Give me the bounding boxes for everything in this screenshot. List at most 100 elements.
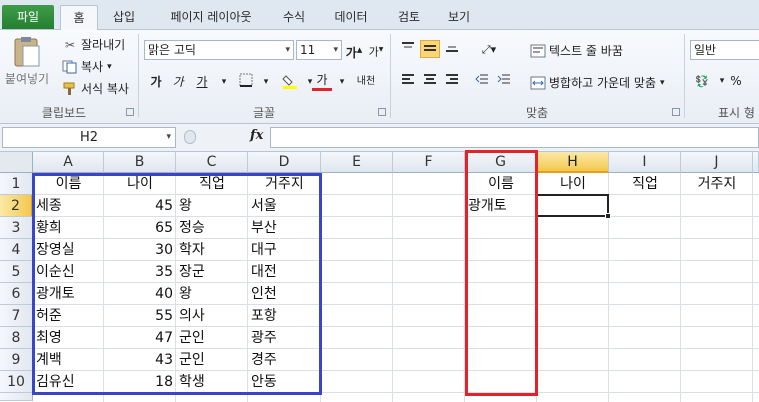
- select-all-corner[interactable]: [0, 152, 33, 173]
- decrease-indent-button[interactable]: [472, 72, 492, 90]
- cell-j1[interactable]: 거주지: [681, 173, 753, 195]
- column-header-h[interactable]: H: [537, 152, 609, 173]
- cell-a10[interactable]: 김유신: [33, 371, 104, 393]
- cell-d6[interactable]: 인천: [248, 283, 321, 305]
- cell-g2[interactable]: 광개토: [465, 195, 537, 217]
- cell-a9[interactable]: 계백: [33, 349, 104, 371]
- orientation-button[interactable]: ⤢▾: [476, 40, 502, 58]
- cell-a6[interactable]: 광개토: [33, 283, 104, 305]
- row-header-7[interactable]: 7: [0, 305, 33, 327]
- tab-insert[interactable]: 삽입: [104, 5, 144, 30]
- row-header-4[interactable]: 4: [0, 239, 33, 261]
- wrap-text-button[interactable]: 텍스트 줄 바꿈: [530, 42, 623, 59]
- border-button[interactable]: [236, 73, 256, 91]
- cell-d5[interactable]: 대전: [248, 261, 321, 283]
- cell-c5[interactable]: 장군: [176, 261, 248, 283]
- row-header-10[interactable]: 10: [0, 371, 33, 393]
- cell-b5[interactable]: 35: [104, 261, 176, 283]
- column-header-b[interactable]: B: [104, 152, 176, 173]
- merge-center-button[interactable]: 병합하고 가운데 맞춤 ▾: [530, 74, 665, 91]
- cell-c6[interactable]: 왕: [176, 283, 248, 305]
- align-middle-button[interactable]: [420, 40, 440, 58]
- paste-button[interactable]: 붙여넣기: [5, 36, 49, 87]
- formula-input[interactable]: [270, 127, 759, 148]
- cell-a7[interactable]: 허준: [33, 305, 104, 327]
- tab-home[interactable]: 홈: [60, 5, 98, 30]
- font-name-combo[interactable]: 맑은 고딕 ▾: [144, 40, 294, 60]
- cell-a8[interactable]: 최영: [33, 327, 104, 349]
- percent-button[interactable]: %: [726, 72, 746, 90]
- cell-b7[interactable]: 55: [104, 305, 176, 327]
- chevron-down-icon[interactable]: ▾: [214, 73, 234, 91]
- cell-g1[interactable]: 이름: [465, 173, 537, 195]
- column-header-j[interactable]: J: [681, 152, 753, 173]
- tab-formulas[interactable]: 수식: [274, 5, 314, 30]
- cell-d4[interactable]: 대구: [248, 239, 321, 261]
- fill-handle[interactable]: [605, 213, 611, 219]
- row-header-1[interactable]: 1: [0, 173, 33, 195]
- row-header-5[interactable]: 5: [0, 261, 33, 283]
- cut-button[interactable]: ✂ 잘라내기: [62, 36, 125, 53]
- row-header-11[interactable]: [0, 393, 33, 401]
- cell-c3[interactable]: 정승: [176, 217, 248, 239]
- cell-c4[interactable]: 학자: [176, 239, 248, 261]
- row-header-2[interactable]: 2: [0, 195, 33, 217]
- align-bottom-button[interactable]: [442, 40, 462, 58]
- chevron-down-icon[interactable]: ▾: [256, 73, 276, 91]
- cell-c2[interactable]: 왕: [176, 195, 248, 217]
- phonetic-button[interactable]: 내천: [354, 73, 378, 91]
- tab-page-layout[interactable]: 페이지 레이아웃: [152, 5, 270, 30]
- splitter-icon[interactable]: [184, 130, 196, 144]
- format-painter-button[interactable]: 서식 복사: [62, 80, 129, 97]
- row-header-6[interactable]: 6: [0, 283, 33, 305]
- cell-d3[interactable]: 부산: [248, 217, 321, 239]
- bold-button[interactable]: 가: [146, 73, 166, 91]
- cell-b10[interactable]: 18: [104, 371, 176, 393]
- column-header-c[interactable]: C: [176, 152, 248, 173]
- column-header-f[interactable]: F: [393, 152, 465, 173]
- grow-font-button[interactable]: 가▲: [344, 41, 364, 60]
- number-format-combo[interactable]: 일반: [690, 40, 759, 60]
- clipboard-launcher-icon[interactable]: [126, 108, 134, 116]
- cell-d2[interactable]: 서울: [248, 195, 321, 217]
- column-header-g[interactable]: G: [465, 152, 537, 173]
- underline-button[interactable]: 가: [192, 73, 212, 91]
- align-left-button[interactable]: [398, 72, 418, 90]
- cell-b1[interactable]: 나이: [104, 173, 176, 195]
- row-header-8[interactable]: 8: [0, 327, 33, 349]
- cell-i1[interactable]: 직업: [609, 173, 681, 195]
- column-header-d[interactable]: D: [248, 152, 321, 173]
- active-cell-h2[interactable]: [536, 194, 609, 217]
- cell-a1[interactable]: 이름: [33, 173, 104, 195]
- align-center-button[interactable]: [420, 72, 440, 90]
- font-launcher-icon[interactable]: [378, 108, 386, 116]
- align-right-button[interactable]: [442, 72, 462, 90]
- column-header-e[interactable]: E: [321, 152, 393, 173]
- shrink-font-button[interactable]: 가▼: [366, 41, 386, 59]
- cell-d1[interactable]: 거주지: [248, 173, 321, 195]
- tab-view[interactable]: 보기: [440, 5, 478, 30]
- cell-d8[interactable]: 광주: [248, 327, 321, 349]
- fx-button[interactable]: fx: [250, 128, 263, 143]
- cell-b4[interactable]: 30: [104, 239, 176, 261]
- cell-b6[interactable]: 40: [104, 283, 176, 305]
- file-tab[interactable]: 파일: [2, 5, 54, 29]
- cell-b8[interactable]: 47: [104, 327, 176, 349]
- cell-a4[interactable]: 장영실: [33, 239, 104, 261]
- row-header-3[interactable]: 3: [0, 217, 33, 239]
- cell-c1[interactable]: 직업: [176, 173, 248, 195]
- font-size-combo[interactable]: 11 ▾: [296, 40, 342, 60]
- align-top-button[interactable]: [398, 40, 418, 58]
- column-header-k[interactable]: [753, 152, 759, 173]
- cell-d7[interactable]: 포항: [248, 305, 321, 327]
- chevron-down-icon[interactable]: ▾: [332, 73, 352, 91]
- cell-a3[interactable]: 황희: [33, 217, 104, 239]
- font-color-button[interactable]: 가: [312, 71, 332, 91]
- tab-data[interactable]: 데이터: [325, 5, 377, 30]
- cell-a5[interactable]: 이순신: [33, 261, 104, 283]
- cell-a2[interactable]: 세종: [33, 195, 104, 217]
- name-box[interactable]: H2 ▾: [2, 127, 176, 148]
- tab-review[interactable]: 검토: [390, 5, 428, 30]
- fill-color-button[interactable]: [280, 73, 300, 91]
- cell-h1[interactable]: 나이: [537, 173, 609, 195]
